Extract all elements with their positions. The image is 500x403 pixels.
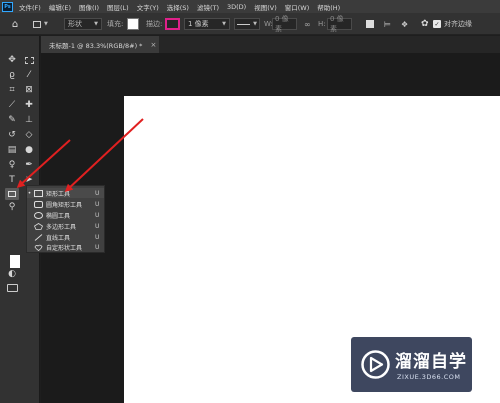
document-tab-bar: 未标题-1 @ 83.3%(RGB/8#) * × <box>41 36 500 53</box>
flyout-item-label: 自定形状工具 <box>46 244 83 252</box>
photoshop-logo[interactable]: Ps <box>2 1 13 12</box>
chevron-down-icon: ▼ <box>44 21 48 27</box>
menu-window[interactable]: 窗口(W) <box>285 2 310 12</box>
fill-swatch[interactable] <box>127 18 139 30</box>
menu-file[interactable]: 文件(F) <box>19 2 41 12</box>
eraser-icon[interactable]: ◇ <box>22 129 36 141</box>
watermark-title: 溜溜自学 <box>395 352 467 372</box>
stroke-width-field[interactable]: 1 像素 ▼ <box>184 18 230 30</box>
document-tab-title: 未标题-1 @ 83.3%(RGB/8#) * <box>49 41 143 50</box>
path-alignment-icon[interactable]: ⊨ <box>384 18 391 30</box>
lasso-icon[interactable]: ϱ <box>5 69 19 81</box>
tool-mode-select[interactable]: 形状 ▼ <box>64 18 102 30</box>
shortcut-key: U <box>95 243 100 251</box>
stamp-icon[interactable]: ⊥ <box>22 114 36 126</box>
marquee-glyph <box>24 56 34 64</box>
type-icon[interactable]: T <box>5 174 19 186</box>
shortcut-key: U <box>95 200 100 208</box>
chevron-down-icon: ▼ <box>222 21 226 27</box>
frame-icon[interactable]: ⊠ <box>22 84 36 96</box>
options-bar: ⌂ ▼ 形状 ▼ 填充: 描边: 1 像素 ▼ ▼ W: 0 像素 ∞ H: 0… <box>0 13 500 35</box>
stroke-label: 描边: <box>146 20 163 28</box>
line-style-preview <box>237 23 251 25</box>
zoom-icon[interactable]: ⚲ <box>5 201 19 213</box>
rectangle-tool-icon[interactable] <box>5 188 19 200</box>
marquee-icon[interactable] <box>22 54 36 66</box>
custom-shape-icon <box>34 244 43 251</box>
shortcut-key: U <box>95 211 100 219</box>
link-icon[interactable]: ∞ <box>304 18 311 30</box>
gear-icon[interactable]: ✿ <box>421 18 429 30</box>
flyout-item-label: 直线工具 <box>46 234 71 242</box>
history-brush-icon[interactable]: ↺ <box>5 129 19 141</box>
shortcut-key: U <box>95 233 100 241</box>
blur-icon[interactable]: ● <box>22 144 36 156</box>
fill-label: 填充: <box>107 20 124 28</box>
menu-3d[interactable]: 3D(D) <box>227 3 246 11</box>
flyout-item-custom-shape[interactable]: 自定形状工具 U <box>27 242 104 252</box>
rectangle-icon <box>34 189 43 197</box>
home-icon[interactable]: ⌂ <box>8 18 22 30</box>
menu-type[interactable]: 文字(Y) <box>137 2 159 12</box>
close-icon[interactable]: × <box>150 41 156 49</box>
rounded-rectangle-icon <box>34 200 43 208</box>
height-label: H: <box>318 20 326 28</box>
gradient-icon[interactable]: ▤ <box>5 144 19 156</box>
tool-mode-value: 形状 <box>68 20 82 28</box>
play-logo-icon <box>361 350 390 379</box>
flyout-item-label: 矩形工具 <box>46 190 71 198</box>
flyout-item-label: 多边形工具 <box>46 223 77 231</box>
flyout-item-label: 椭圆工具 <box>46 212 71 220</box>
shape-tool-flyout: • 矩形工具 U 圆角矩形工具 U 椭圆工具 U 多边形工具 U 直线工具 U … <box>26 185 105 253</box>
flyout-item-ellipse[interactable]: 椭圆工具 U <box>27 210 104 220</box>
shortcut-key: U <box>95 222 100 230</box>
flyout-item-line[interactable]: 直线工具 U <box>27 232 104 242</box>
menu-bar: Ps 文件(F) 编辑(E) 图像(I) 图层(L) 文字(Y) 选择(S) 滤… <box>0 0 500 13</box>
stroke-width-value: 1 像素 <box>188 20 209 28</box>
chevron-down-icon: ▼ <box>253 21 257 27</box>
dodge-icon[interactable]: ♀ <box>5 159 19 171</box>
menu-select[interactable]: 选择(S) <box>167 2 189 12</box>
healing-icon[interactable]: ✚ <box>22 99 36 111</box>
height-field[interactable]: 0 像素 <box>327 15 352 33</box>
width-field[interactable]: 0 像素 <box>272 15 297 33</box>
polygon-icon <box>34 222 43 230</box>
menu-edit[interactable]: 编辑(E) <box>49 2 71 12</box>
quick-mask-icon[interactable] <box>7 284 18 292</box>
magic-wand-icon[interactable]: ⁄ <box>22 69 36 81</box>
menu-image[interactable]: 图像(I) <box>79 2 99 12</box>
stroke-type-select[interactable]: ▼ <box>234 18 260 30</box>
flyout-item-polygon[interactable]: 多边形工具 U <box>27 221 104 231</box>
crop-icon[interactable]: ⌗ <box>5 84 19 96</box>
document-tab[interactable]: 未标题-1 @ 83.3%(RGB/8#) * × <box>41 36 159 53</box>
align-edges-label: 对齐边缘 <box>444 20 472 28</box>
rectangle-glyph <box>8 191 16 197</box>
menu-layer[interactable]: 图层(L) <box>107 2 129 12</box>
path-operations-icon[interactable] <box>366 20 374 28</box>
menu-help[interactable]: 帮助(H) <box>317 2 340 12</box>
line-icon <box>34 233 43 241</box>
ellipse-icon <box>34 211 43 219</box>
watermark-url: ZIXUE.3D66.COM <box>397 373 461 381</box>
foreground-color-swatch[interactable] <box>10 255 20 268</box>
shortcut-key: U <box>95 189 100 197</box>
flyout-item-rectangle[interactable]: • 矩形工具 U <box>27 188 104 198</box>
selected-bullet-icon: • <box>27 189 32 197</box>
brush-icon[interactable]: ✎ <box>5 114 19 126</box>
align-edges-checkbox[interactable]: ✓ <box>433 20 441 28</box>
default-colors-icon[interactable]: ◐ <box>5 268 19 280</box>
menu-view[interactable]: 视图(V) <box>254 2 277 12</box>
path-arrangement-icon[interactable]: ❖ <box>401 18 408 30</box>
eyedropper-icon[interactable]: ⟋ <box>5 99 19 111</box>
flyout-item-label: 圆角矩形工具 <box>46 201 83 209</box>
chevron-down-icon: ▼ <box>94 21 98 27</box>
stroke-swatch[interactable] <box>165 18 180 30</box>
rectangle-icon <box>33 20 41 28</box>
menu-filter[interactable]: 滤镜(T) <box>197 2 219 12</box>
pen-icon[interactable]: ✒ <box>22 159 36 171</box>
move-icon[interactable]: ✥ <box>5 54 19 66</box>
tool-preset-picker[interactable]: ▼ <box>33 18 55 30</box>
watermark: 溜溜自学 ZIXUE.3D66.COM <box>351 337 472 392</box>
flyout-item-rounded-rectangle[interactable]: 圆角矩形工具 U <box>27 199 104 209</box>
